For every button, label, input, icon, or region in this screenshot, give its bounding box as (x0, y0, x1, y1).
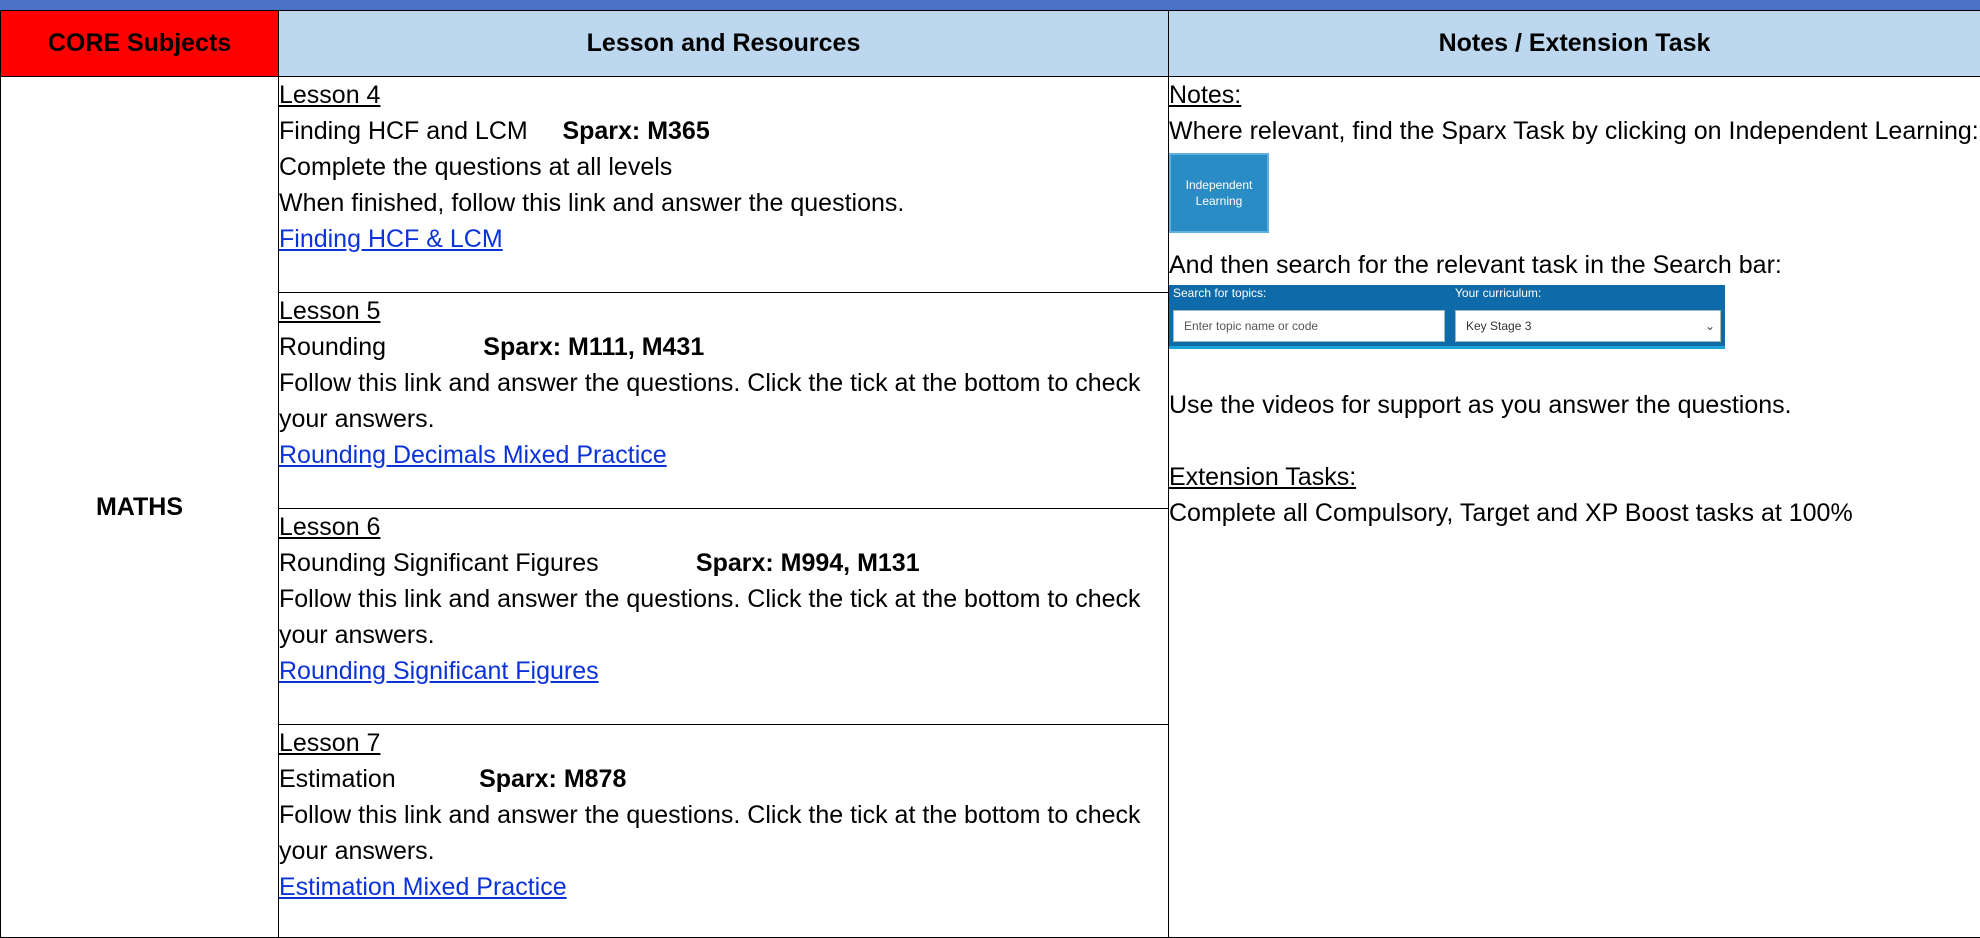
search-topics-label: Search for topics: (1173, 286, 1266, 300)
lesson-instruction: When finished, follow this link and answ… (279, 185, 1168, 221)
resource-link[interactable]: Finding HCF & LCM (279, 225, 503, 253)
lesson-topic-line: Estimation Sparx: M878 (279, 761, 1168, 797)
lesson-title: Lesson 7 (279, 725, 1168, 761)
lesson-title: Lesson 6 (279, 509, 1168, 545)
lesson-topic: Rounding Significant Figures (279, 549, 599, 577)
lesson-resources-header: Lesson and Resources (279, 11, 1169, 77)
curriculum-select[interactable]: Key Stage 3 ⌄ (1455, 310, 1721, 342)
lesson-cell-5: Lesson 5 Rounding Sparx: M111, M431 Foll… (279, 293, 1169, 509)
search-input[interactable]: Enter topic name or code (1173, 310, 1445, 342)
videos-note: Use the videos for support as you answer… (1169, 387, 1980, 423)
curriculum-label: Your curriculum: (1455, 286, 1541, 300)
lesson-topic: Finding HCF and LCM (279, 117, 528, 145)
curriculum-value: Key Stage 3 (1466, 319, 1531, 333)
lesson-topic-line: Rounding Significant Figures Sparx: M994… (279, 545, 1168, 581)
search-instruction: And then search for the relevant task in… (1169, 247, 1980, 283)
notes-intro: Where relevant, find the Sparx Task by c… (1169, 113, 1980, 149)
sparx-code: Sparx: M878 (479, 765, 626, 793)
lesson-instruction: Follow this link and answer the question… (279, 365, 1168, 437)
lesson-topic-line: Rounding Sparx: M111, M431 (279, 329, 1168, 365)
sparx-code: Sparx: M111, M431 (483, 333, 704, 361)
core-subjects-header: CORE Subjects (1, 11, 279, 77)
notes-heading: Notes: (1169, 77, 1980, 113)
resource-link[interactable]: Rounding Significant Figures (279, 657, 599, 685)
sparx-code: Sparx: M365 (562, 117, 709, 145)
lesson-row: MATHS Lesson 4 Finding HCF and LCM Sparx… (1, 77, 1980, 293)
notes-extension-header: Notes / Extension Task (1169, 11, 1980, 77)
header-row: CORE Subjects Lesson and Resources Notes… (1, 11, 1980, 77)
lesson-topic: Estimation (279, 765, 396, 793)
lesson-topic: Rounding (279, 333, 386, 361)
sparx-code: Sparx: M994, M131 (696, 549, 920, 577)
independent-learning-button[interactable]: Independent Learning (1169, 153, 1269, 233)
lesson-cell-7: Lesson 7 Estimation Sparx: M878 Follow t… (279, 725, 1169, 938)
lesson-topic-line: Finding HCF and LCM Sparx: M365 (279, 113, 1168, 149)
lesson-cell-6: Lesson 6 Rounding Significant Figures Sp… (279, 509, 1169, 725)
top-band (0, 0, 1980, 10)
lesson-cell-4: Lesson 4 Finding HCF and LCM Sparx: M365… (279, 77, 1169, 293)
lesson-instruction: Follow this link and answer the question… (279, 797, 1168, 869)
resource-link[interactable]: Rounding Decimals Mixed Practice (279, 441, 667, 469)
lesson-title: Lesson 4 (279, 77, 1168, 113)
lesson-instruction: Complete the questions at all levels (279, 149, 1168, 185)
extension-text: Complete all Compulsory, Target and XP B… (1169, 495, 1980, 531)
chevron-down-icon: ⌄ (1705, 311, 1715, 341)
notes-cell: Notes: Where relevant, find the Sparx Ta… (1169, 77, 1980, 938)
subject-cell: MATHS (1, 77, 279, 938)
lesson-instruction: Follow this link and answer the question… (279, 581, 1168, 653)
lesson-plan-table: CORE Subjects Lesson and Resources Notes… (0, 10, 1980, 938)
lesson-title: Lesson 5 (279, 293, 1168, 329)
sparx-search-bar: Search for topics: Your curriculum: Ente… (1169, 285, 1725, 349)
resource-link[interactable]: Estimation Mixed Practice (279, 873, 567, 901)
extension-heading: Extension Tasks: (1169, 459, 1980, 495)
